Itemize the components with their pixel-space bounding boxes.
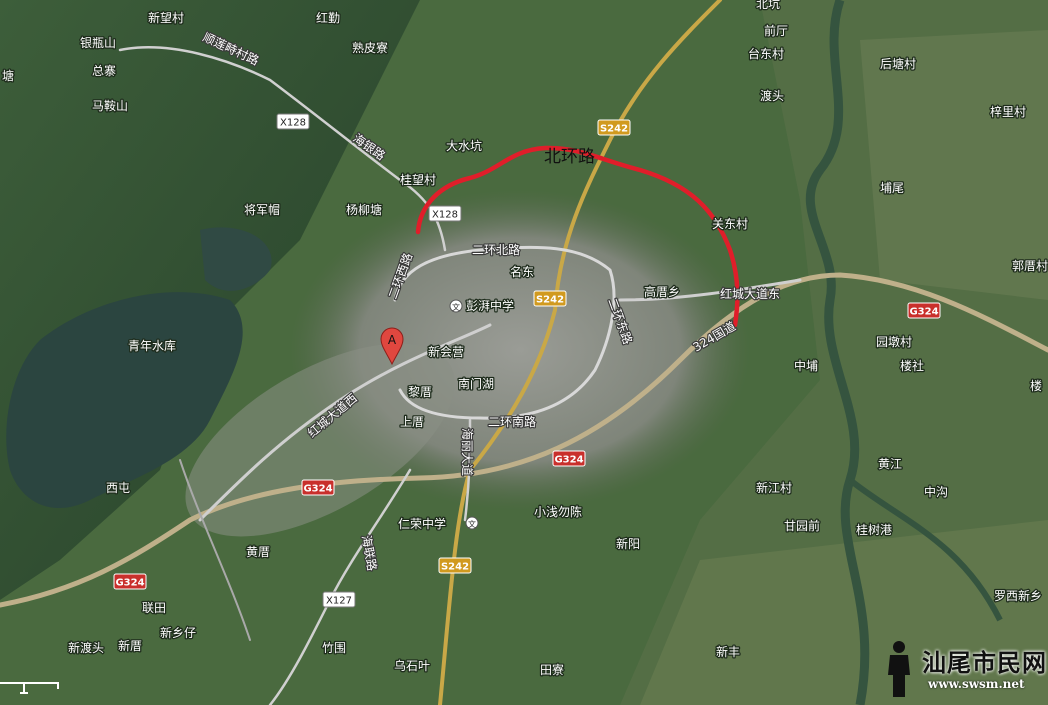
svg-text:X128: X128 <box>280 118 306 129</box>
place-label[interactable]: 南门湖 <box>457 375 496 393</box>
place-label[interactable]: 大水坑 <box>445 137 484 155</box>
place-label[interactable]: 联田 <box>141 600 168 617</box>
svg-text:G324: G324 <box>554 455 583 466</box>
place-label[interactable]: 新望村 <box>147 9 186 27</box>
svg-text:S242: S242 <box>536 295 564 306</box>
place-label[interactable]: 名东 <box>509 263 536 281</box>
person-silhouette-icon <box>888 641 910 697</box>
place-label[interactable]: 总寨 <box>91 62 118 80</box>
north-ring-road-label[interactable]: 北环路 <box>544 147 595 167</box>
place-label[interactable]: 新乡仔 <box>159 624 198 642</box>
place-label[interactable]: 园墩村 <box>875 334 914 351</box>
place-label[interactable]: 中埔 <box>793 357 820 375</box>
road-shield-x128-a[interactable]: X128 <box>276 113 310 130</box>
road-shield-g324-d[interactable]: G324 <box>113 573 147 590</box>
place-label[interactable]: 竹围 <box>321 640 348 657</box>
place-label[interactable]: 梓里村 <box>989 103 1028 121</box>
place-label[interactable]: 后塘村 <box>879 55 918 73</box>
svg-text:X127: X127 <box>326 596 352 607</box>
place-label[interactable]: 上厝 <box>399 414 426 431</box>
place-label[interactable]: 小浅勿陈 <box>533 503 584 521</box>
watermark-text: 汕尾市民网 <box>922 648 1047 677</box>
road-label[interactable]: 海丽大道 <box>459 427 476 477</box>
place-label[interactable]: 埔尾 <box>879 180 906 197</box>
svg-text:文: 文 <box>452 302 460 312</box>
road-label[interactable]: 二环南路 <box>487 413 537 430</box>
place-label[interactable]: 熟皮寮 <box>351 39 390 57</box>
svg-text:文: 文 <box>468 519 476 529</box>
place-label[interactable]: 楼 <box>1029 377 1044 395</box>
place-label[interactable]: 杨柳塘 <box>345 201 384 219</box>
road-shield-s242-a[interactable]: S242 <box>597 119 631 136</box>
place-label[interactable]: 罗西新乡 <box>993 587 1044 605</box>
road-shield-s242-b[interactable]: S242 <box>533 290 567 307</box>
place-label[interactable]: 台东村 <box>747 45 786 63</box>
place-label[interactable]: 黎厝 <box>407 384 434 401</box>
place-label[interactable]: 仁荣中学 <box>397 515 448 533</box>
place-label[interactable]: 彭湃中学 <box>465 297 516 315</box>
place-label[interactable]: 新会营 <box>427 343 466 361</box>
svg-text:S242: S242 <box>441 562 469 573</box>
road-shield-x128-b[interactable]: X128 <box>428 205 462 222</box>
place-label[interactable]: 新渡头 <box>67 639 106 657</box>
place-label[interactable]: 新丰 <box>715 643 742 661</box>
place-label[interactable]: 桂树港 <box>855 521 894 539</box>
place-label[interactable]: 青年水库 <box>127 337 178 355</box>
place-label[interactable]: 高厝乡 <box>643 283 682 301</box>
place-label[interactable]: 西屯 <box>105 480 132 497</box>
school-icon: 文 <box>465 516 479 530</box>
place-label[interactable]: 楼社 <box>899 357 926 375</box>
place-label[interactable]: 新阳 <box>615 535 642 553</box>
road-label[interactable]: 二环北路 <box>471 241 521 258</box>
place-label[interactable]: 塘 <box>1 67 16 85</box>
place-label[interactable]: 黄江 <box>877 456 904 473</box>
place-label[interactable]: 桂望村 <box>399 171 438 189</box>
place-label[interactable]: 马鞍山 <box>91 97 130 115</box>
watermark: 汕尾市民网 www.swsm.net <box>880 639 1046 701</box>
place-label[interactable]: 北坑 <box>755 0 782 12</box>
place-label[interactable]: 新江村 <box>755 479 794 497</box>
place-label[interactable]: 中沟 <box>923 483 950 501</box>
svg-text:G324: G324 <box>303 484 332 495</box>
place-label[interactable]: 银瓶山 <box>79 35 118 52</box>
place-label[interactable]: 田寮 <box>539 661 566 679</box>
place-label[interactable]: 前厅 <box>763 22 790 40</box>
place-label[interactable]: 黄厝 <box>245 544 272 561</box>
watermark-url[interactable]: www.swsm.net <box>928 677 1025 691</box>
road-shield-g324-b[interactable]: G324 <box>552 450 586 467</box>
place-label[interactable]: 关东村 <box>711 216 750 233</box>
road-shield-s242-c[interactable]: S242 <box>438 557 472 574</box>
svg-text:S242: S242 <box>600 124 628 135</box>
place-label[interactable]: 渡头 <box>759 87 786 105</box>
road-shield-g324-c[interactable]: G324 <box>301 479 335 496</box>
svg-text:X128: X128 <box>432 210 458 221</box>
place-label[interactable]: 红勤 <box>315 9 342 27</box>
road-label[interactable]: 红城大道东 <box>719 285 781 302</box>
place-label[interactable]: 甘园前 <box>783 517 822 535</box>
svg-text:G324: G324 <box>115 578 144 589</box>
place-label[interactable]: 新厝 <box>117 637 144 655</box>
place-label[interactable]: 郭厝村 <box>1011 258 1048 275</box>
road-shield-x127[interactable]: X127 <box>322 591 356 608</box>
scale-bar <box>0 682 59 694</box>
place-label[interactable]: 将军帽 <box>243 201 282 219</box>
place-label[interactable]: 乌石叶 <box>393 657 432 675</box>
svg-text:G324: G324 <box>909 307 938 318</box>
marker-letter: A <box>388 333 397 347</box>
school-icon: 文 <box>449 299 463 313</box>
satellite-map[interactable]: A 文 文 X128 X128 X127 S242 S242 S242 G324 G324 G3… <box>0 0 1048 705</box>
road-shield-g324-a[interactable]: G324 <box>907 302 941 319</box>
